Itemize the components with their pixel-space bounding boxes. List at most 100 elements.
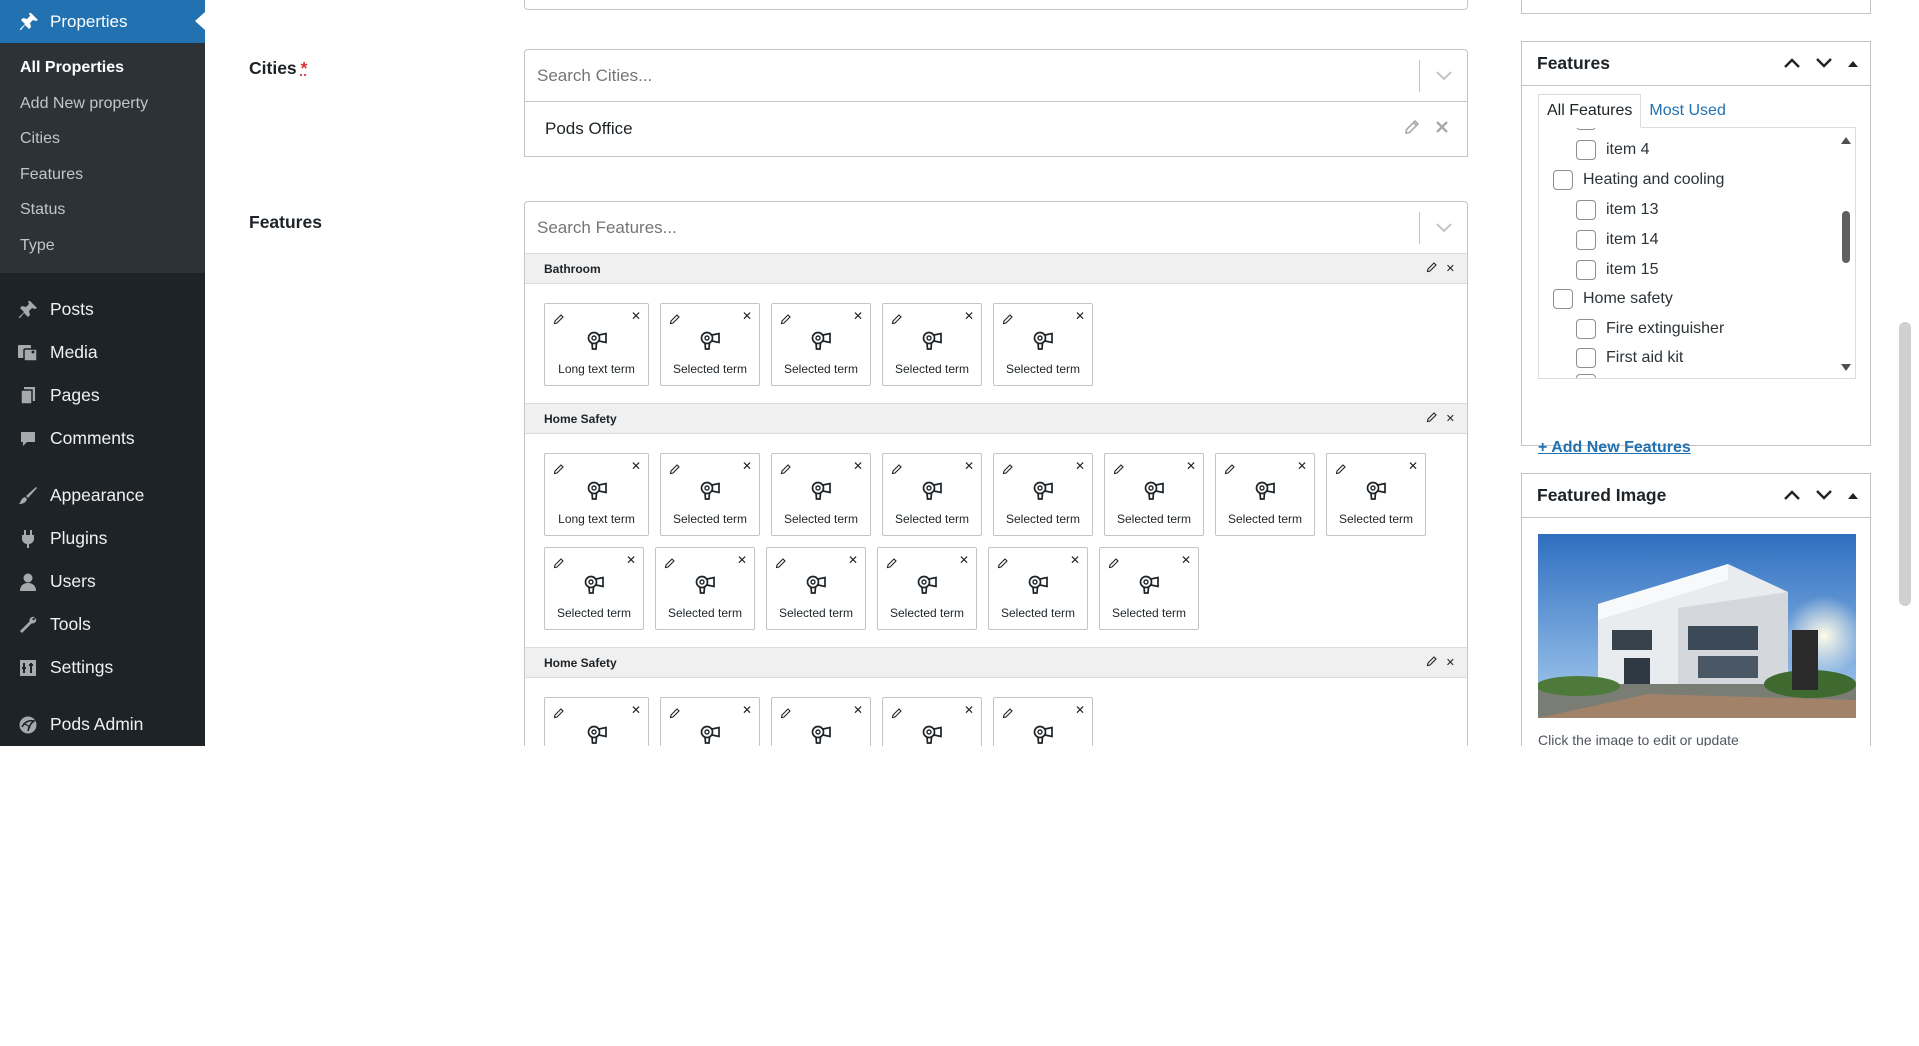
- item-13-checkbox[interactable]: [1576, 200, 1596, 220]
- scroll-up-arrow-icon[interactable]: [1841, 136, 1851, 144]
- term-tile[interactable]: ✕ Selected term: [660, 453, 760, 536]
- chevron-down-icon[interactable]: [1420, 222, 1467, 233]
- featured-image-thumbnail[interactable]: [1538, 534, 1856, 718]
- menu-item-appearance[interactable]: Appearance: [0, 474, 205, 517]
- close-icon[interactable]: ✕: [1446, 412, 1455, 425]
- edit-pencil-icon[interactable]: [775, 556, 787, 574]
- first-aid-kit-checkbox[interactable]: [1576, 348, 1596, 368]
- menu-item-users[interactable]: Users: [0, 560, 205, 603]
- term-tile[interactable]: ✕ Selected term: [1215, 453, 1315, 536]
- close-icon[interactable]: ✕: [626, 554, 636, 566]
- remove-icon[interactable]: [1435, 119, 1449, 139]
- menu-item-pods-admin[interactable]: Pods Admin: [0, 703, 205, 746]
- close-icon[interactable]: ✕: [1075, 460, 1085, 472]
- edit-pencil-icon[interactable]: [886, 556, 898, 574]
- close-icon[interactable]: ✕: [631, 704, 641, 716]
- add-new-features-link[interactable]: + Add New Features: [1538, 439, 1691, 457]
- close-icon[interactable]: ✕: [631, 460, 641, 472]
- edit-pencil-icon[interactable]: [1002, 706, 1014, 724]
- close-icon[interactable]: ✕: [1297, 460, 1307, 472]
- close-icon[interactable]: ✕: [1408, 460, 1418, 472]
- submenu-cities[interactable]: Cities: [0, 129, 205, 165]
- close-icon[interactable]: ✕: [742, 460, 752, 472]
- cities-search-select[interactable]: Search Cities...: [524, 49, 1468, 102]
- edit-pencil-icon[interactable]: [1335, 462, 1347, 480]
- term-tile[interactable]: ✕ Selected term: [882, 453, 982, 536]
- term-tile[interactable]: ✕ Selected term: [882, 697, 982, 746]
- edit-pencil-icon[interactable]: [1002, 462, 1014, 480]
- term-tile[interactable]: ✕ Long text term: [544, 303, 649, 386]
- edit-pencil-icon[interactable]: [891, 312, 903, 330]
- edit-pencil-icon[interactable]: [1426, 261, 1438, 276]
- features-search-input[interactable]: Search Features...: [525, 218, 1419, 238]
- term-tile[interactable]: ✕ Long text term: [544, 697, 649, 746]
- menu-item-plugins[interactable]: Plugins: [0, 517, 205, 560]
- close-icon[interactable]: ✕: [631, 310, 641, 322]
- tab-all-features[interactable]: All Features: [1538, 94, 1642, 128]
- tab-most-used[interactable]: Most Used: [1641, 94, 1733, 128]
- term-tile[interactable]: ✕ Selected term: [993, 697, 1093, 746]
- close-icon[interactable]: ✕: [1070, 554, 1080, 566]
- submenu-add-new-property[interactable]: Add New property: [0, 94, 205, 130]
- term-tile[interactable]: ✕ Selected term: [1326, 453, 1426, 536]
- edit-pencil-icon[interactable]: [1403, 118, 1421, 141]
- term-tile[interactable]: ✕ Selected term: [877, 547, 977, 630]
- edit-pencil-icon[interactable]: [669, 462, 681, 480]
- edit-pencil-icon[interactable]: [891, 462, 903, 480]
- term-tile[interactable]: ✕ Selected term: [766, 547, 866, 630]
- close-icon[interactable]: ✕: [742, 310, 752, 322]
- menu-item-tools[interactable]: Tools: [0, 603, 205, 646]
- edit-pencil-icon[interactable]: [780, 462, 792, 480]
- term-tile[interactable]: ✕ Selected term: [993, 453, 1093, 536]
- heating-and-cooling-checkbox[interactable]: [1553, 170, 1573, 190]
- edit-pencil-icon[interactable]: [1426, 411, 1438, 426]
- close-icon[interactable]: ✕: [964, 460, 974, 472]
- edit-pencil-icon[interactable]: [553, 556, 565, 574]
- menu-item-settings[interactable]: Settings: [0, 646, 205, 689]
- edit-pencil-icon[interactable]: [997, 556, 1009, 574]
- menu-item-pages[interactable]: Pages: [0, 374, 205, 417]
- close-icon[interactable]: ✕: [742, 704, 752, 716]
- term-tile[interactable]: ✕ Selected term: [988, 547, 1088, 630]
- edit-pencil-icon[interactable]: [780, 706, 792, 724]
- menu-item-comments[interactable]: Comments: [0, 417, 205, 460]
- edit-pencil-icon[interactable]: [669, 312, 681, 330]
- edit-pencil-icon[interactable]: [553, 462, 565, 480]
- cities-search-input[interactable]: Search Cities...: [525, 66, 1419, 86]
- term-tile[interactable]: ✕ Selected term: [1104, 453, 1204, 536]
- item-14-checkbox[interactable]: [1576, 230, 1596, 250]
- submenu-features[interactable]: Features: [0, 165, 205, 201]
- menu-item-media[interactable]: Media: [0, 331, 205, 374]
- close-icon[interactable]: ✕: [737, 554, 747, 566]
- chevron-down-icon[interactable]: [1420, 70, 1467, 81]
- close-icon[interactable]: ✕: [964, 704, 974, 716]
- edit-pencil-icon[interactable]: [891, 706, 903, 724]
- menu-item-properties[interactable]: Properties: [0, 0, 205, 43]
- close-icon[interactable]: ✕: [853, 460, 863, 472]
- page-scrollbar[interactable]: [1899, 322, 1911, 606]
- term-tile[interactable]: ✕ Selected term: [771, 697, 871, 746]
- scroll-down-arrow-icon[interactable]: [1841, 364, 1851, 372]
- close-icon[interactable]: ✕: [853, 704, 863, 716]
- move-up-icon[interactable]: [1783, 53, 1801, 74]
- edit-pencil-icon[interactable]: [553, 312, 565, 330]
- close-icon[interactable]: ✕: [1075, 310, 1085, 322]
- close-icon[interactable]: ✕: [848, 554, 858, 566]
- edit-pencil-icon[interactable]: [664, 556, 676, 574]
- term-tile[interactable]: ✕ Selected term: [655, 547, 755, 630]
- move-down-icon[interactable]: [1815, 485, 1833, 506]
- move-down-icon[interactable]: [1815, 53, 1833, 74]
- close-icon[interactable]: ✕: [1446, 656, 1455, 669]
- menu-item-posts[interactable]: Posts: [0, 288, 205, 331]
- submenu-status[interactable]: Status: [0, 200, 205, 236]
- close-icon[interactable]: ✕: [1186, 460, 1196, 472]
- term-tile[interactable]: ✕ Selected term: [660, 303, 760, 386]
- edit-pencil-icon[interactable]: [669, 706, 681, 724]
- edit-pencil-icon[interactable]: [553, 706, 565, 724]
- toggle-panel-icon[interactable]: [1847, 53, 1859, 74]
- home-safety-checkbox[interactable]: [1553, 289, 1573, 309]
- scrollbar-thumb[interactable]: [1842, 211, 1850, 263]
- edit-pencil-icon[interactable]: [1224, 462, 1236, 480]
- term-tile[interactable]: ✕ Long text term: [544, 453, 649, 536]
- toggle-panel-icon[interactable]: [1847, 485, 1859, 506]
